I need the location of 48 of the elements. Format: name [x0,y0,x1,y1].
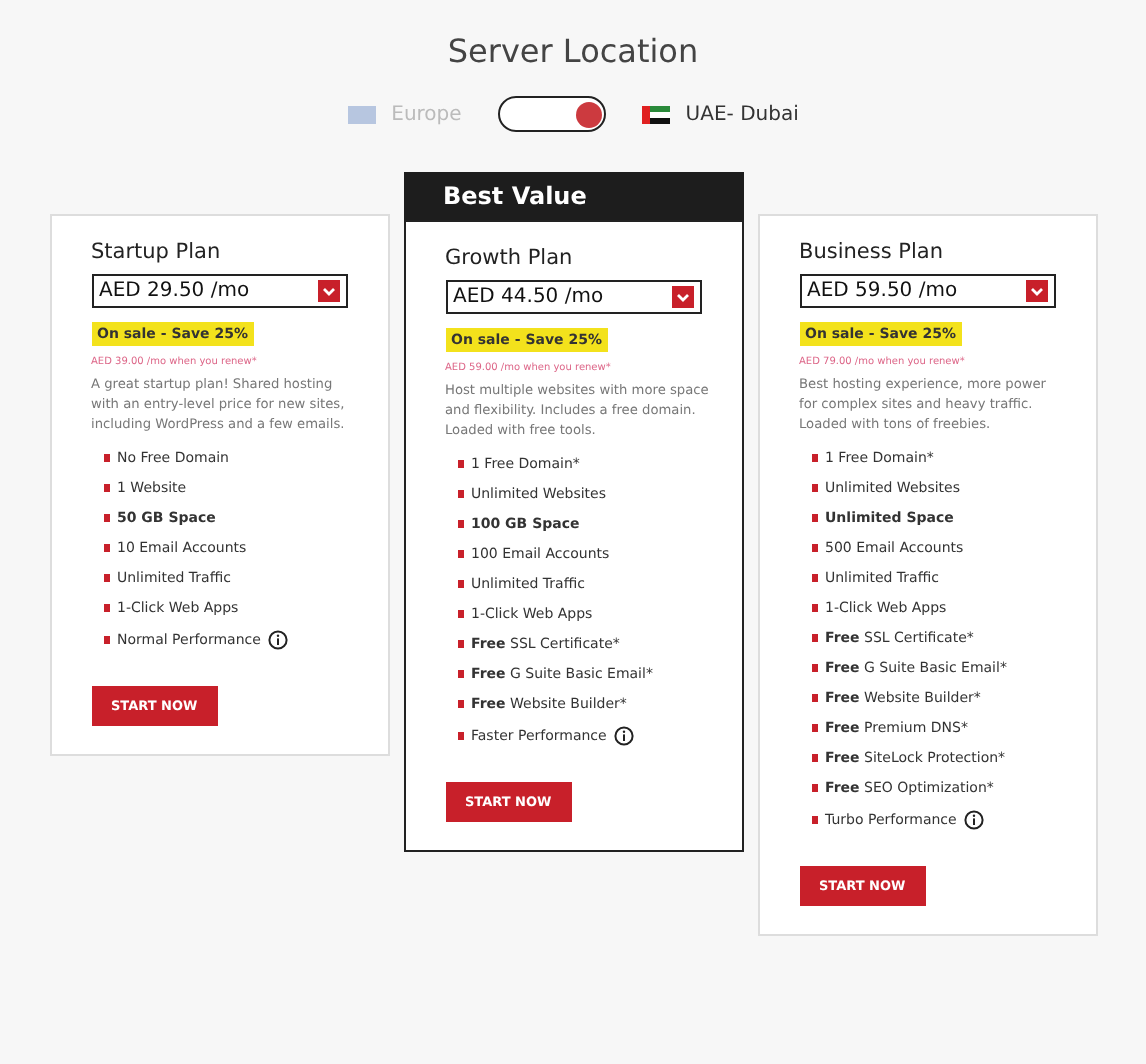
bullet-icon [103,544,109,552]
location-label[interactable]: UAE- Dubai [685,103,799,125]
price-dropdown[interactable]: AED 29.50 /mo [91,274,347,308]
bullet-icon [457,670,463,678]
bullet-icon [457,640,463,648]
plan-name: Growth Plan [445,246,573,270]
bullet-icon [811,634,817,642]
bullet-icon [457,460,463,468]
bullet-icon [103,454,109,462]
bullet-icon [457,700,463,708]
bullet-icon [811,754,817,762]
bullet-icon [103,636,109,644]
bullet-icon [811,514,817,522]
bullet-icon [811,694,817,702]
bullet-icon [103,484,109,492]
bullet-icon [103,514,109,522]
bullet-icon [811,454,817,462]
bullet-icon [811,574,817,582]
bullet-icon [457,520,463,528]
bullet-icon [457,550,463,558]
bullet-icon [457,610,463,618]
bullet-icon [811,544,817,552]
best-value-banner: Best Value [403,172,743,220]
section-title: Server Location [447,32,699,70]
plan-name: Startup Plan [91,240,221,264]
location-switch[interactable] [497,96,606,132]
bullet-icon [811,724,817,732]
caret-icon [671,286,693,308]
bullet-icon [811,784,817,792]
info-icon[interactable] [964,810,985,830]
bullet-icon [457,580,463,588]
bullet-icon [103,604,109,612]
bullet-icon [811,816,817,824]
bullet-icon [457,732,463,740]
flag-icon [641,105,670,123]
price-dropdown[interactable]: AED 44.50 /mo [445,280,701,314]
bullet-icon [103,574,109,582]
plan-name: Business Plan [799,240,943,264]
bullet-icon [811,604,817,612]
bullet-icon [457,490,463,498]
caret-icon [317,280,339,302]
price-dropdown[interactable]: AED 59.50 /mo [799,274,1055,308]
flag-icon [347,105,376,123]
bullet-icon [811,664,817,672]
info-icon[interactable] [614,726,635,746]
bullet-icon [811,484,817,492]
caret-icon [1025,280,1047,302]
info-icon[interactable] [268,630,289,650]
